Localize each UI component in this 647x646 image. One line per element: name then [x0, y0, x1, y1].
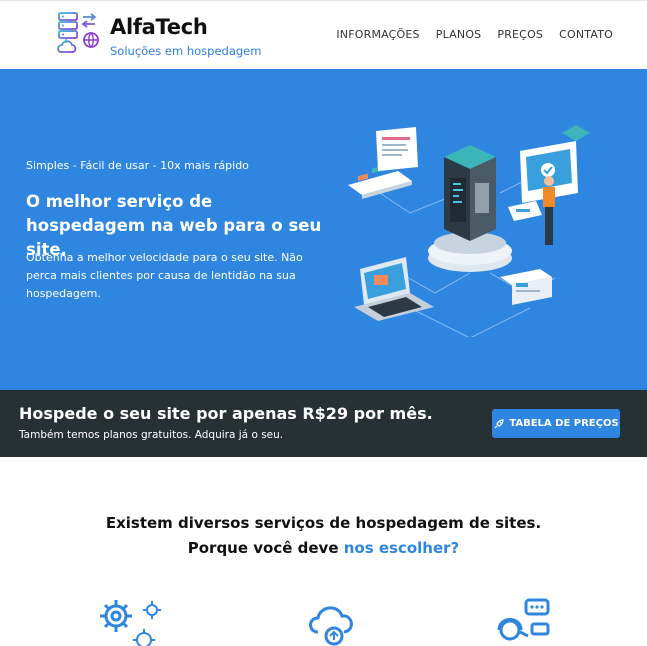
nav-precos[interactable]: PREÇOS — [497, 28, 543, 41]
server-cloud-logo-icon[interactable] — [55, 10, 101, 56]
main-nav: INFORMAÇÕES PLANOS PREÇOS CONTATO — [336, 28, 613, 41]
site-header: AlfaTech Soluções em hospedagem INFORMAÇ… — [0, 0, 647, 69]
brand-name[interactable]: AlfaTech — [110, 15, 208, 39]
pricing-table-button-label: TABELA DE PREÇOS — [509, 418, 619, 429]
features-heading-line1: Existem diversos serviços de hospedagem … — [105, 514, 542, 532]
nav-planos[interactable]: PLANOS — [436, 28, 482, 41]
pricing-cta-bar: Hospede o seu site por apenas R$29 por m… — [0, 390, 647, 457]
hero-kicker: Simples - Fácil de usar - 10x mais rápid… — [26, 159, 249, 172]
support-agent-icon — [497, 598, 550, 641]
hero-section: Simples - Fácil de usar - 10x mais rápid… — [0, 69, 647, 390]
cta-title: Hospede o seu site por apenas R$29 por m… — [19, 404, 433, 423]
nav-informacoes[interactable]: INFORMAÇÕES — [336, 28, 419, 41]
features-heading-line2: Porque você deve nos escolher? — [0, 536, 647, 561]
features-heading-prefix: Porque você deve — [187, 539, 344, 557]
pricing-table-button[interactable]: TABELA DE PREÇOS — [492, 409, 620, 438]
rocket-icon — [494, 418, 504, 428]
brand-tagline: Soluções em hospedagem — [110, 44, 262, 58]
hosting-illustration — [348, 125, 590, 337]
cta-subtitle: Também temos planos gratuitos. Adquira j… — [19, 429, 284, 441]
features-heading-accent: nos escolher? — [343, 539, 460, 557]
hero-text: Obtenha a melhor velocidade para o seu s… — [26, 251, 303, 300]
gears-icon — [100, 600, 161, 646]
nav-contato[interactable]: CONTATO — [559, 28, 613, 41]
features-heading: Existem diversos serviços de hospedagem … — [0, 511, 647, 561]
cloud-upload-icon — [309, 606, 353, 646]
